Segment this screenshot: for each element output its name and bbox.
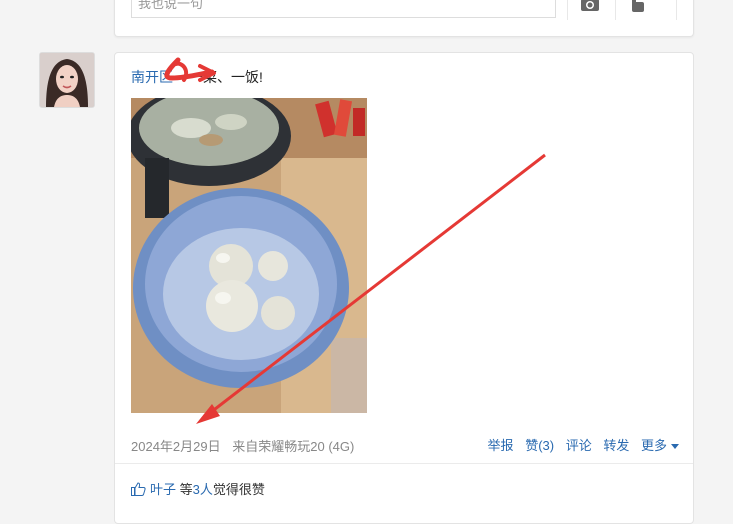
hand-icon bbox=[632, 0, 644, 12]
thumbs-up-icon bbox=[131, 482, 146, 496]
post-meta: 2024年2月29日 来自荣耀畅玩20 (4G) bbox=[131, 436, 354, 455]
previous-post-comment-bar: 我也说一句 bbox=[114, 0, 694, 37]
more-label: 更多 bbox=[640, 438, 667, 453]
share-link[interactable]: 转发 bbox=[603, 438, 629, 453]
post-text: 南开区 一菜、一饭! bbox=[131, 67, 263, 87]
report-link[interactable]: 举报 bbox=[488, 438, 514, 453]
post-card: 南开区 一菜、一饭! 2024年2月29日 来自荣耀畅玩20 (4G) 举报 赞… bbox=[114, 52, 694, 524]
author-link[interactable]: 南开区 bbox=[131, 69, 173, 85]
likes-connector: 等 bbox=[179, 482, 193, 497]
likes-suffix: 觉得很赞 bbox=[212, 482, 265, 497]
more-menu[interactable]: 更多 bbox=[641, 438, 679, 453]
camera-button[interactable] bbox=[567, 0, 612, 20]
poke-button[interactable] bbox=[615, 0, 677, 20]
avatar-image bbox=[40, 53, 94, 107]
post-content: 一菜、一饭! bbox=[189, 69, 263, 85]
post-photo[interactable] bbox=[131, 98, 367, 413]
chevron-down-icon bbox=[671, 444, 679, 450]
liker-link[interactable]: 叶子 bbox=[150, 482, 176, 497]
post-source: 来自荣耀畅玩20 (4G) bbox=[232, 439, 355, 454]
like-link[interactable]: 赞(3) bbox=[525, 438, 554, 453]
photo-image bbox=[131, 98, 367, 413]
likes-count-link[interactable]: 3人 bbox=[193, 482, 213, 497]
camera-icon bbox=[581, 0, 599, 11]
post-date: 2024年2月29日 bbox=[131, 439, 221, 454]
comment-input[interactable]: 我也说一句 bbox=[131, 0, 556, 18]
post-actions: 举报 赞(3) 评论 转发 更多 bbox=[480, 435, 679, 454]
divider bbox=[115, 463, 693, 464]
avatar[interactable] bbox=[39, 52, 95, 108]
likes-summary: 叶子 等3人觉得很赞 bbox=[131, 479, 265, 498]
comment-link[interactable]: 评论 bbox=[566, 438, 592, 453]
